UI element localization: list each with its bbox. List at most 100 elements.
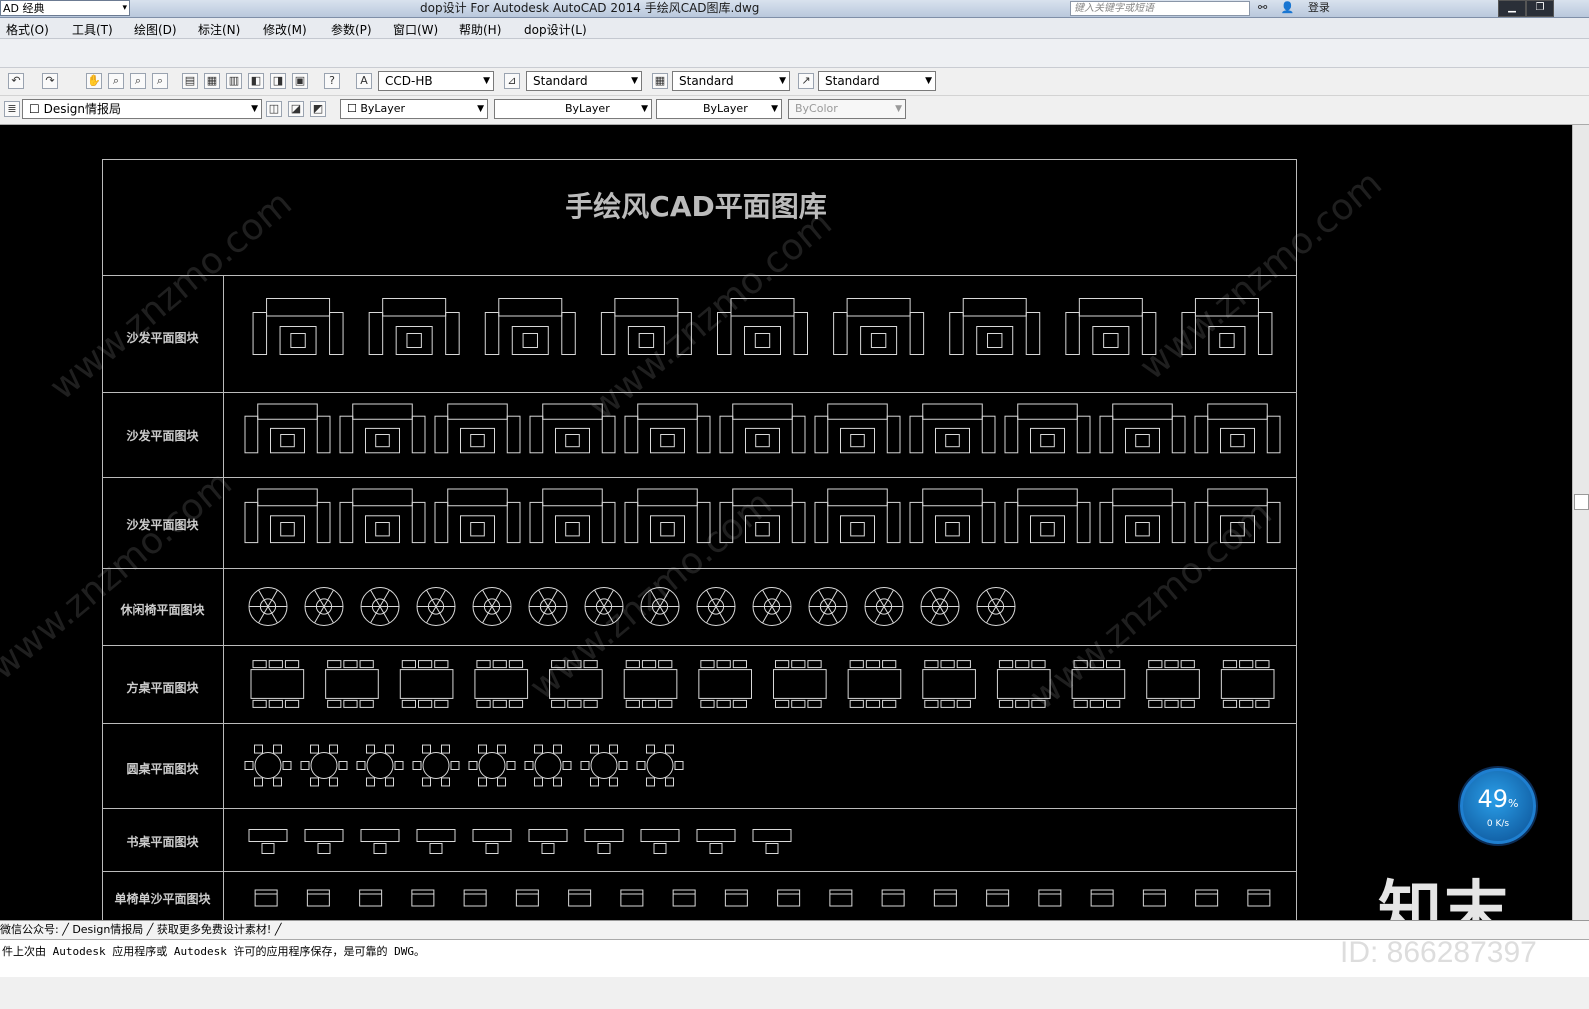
furniture-block <box>360 587 400 626</box>
furniture-block <box>359 889 383 907</box>
plotstyle-select: ByColor ▼ <box>788 99 906 119</box>
furniture-block <box>719 488 806 544</box>
workspace-selector[interactable]: AD 经典 ▾ <box>0 0 130 16</box>
furniture-block <box>986 889 1010 907</box>
chevron-down-icon: ▼ <box>771 104 778 114</box>
chevron-down-icon: ▼ <box>483 76 490 86</box>
furniture-block <box>568 889 592 907</box>
color-value: ByLayer <box>360 102 406 115</box>
furniture-block <box>1195 889 1219 907</box>
menu-parametric[interactable]: 参数(P) <box>331 21 372 38</box>
menu-window[interactable]: 窗口(W) <box>393 21 438 38</box>
pan-icon[interactable]: ✋ <box>86 73 102 89</box>
chevron-down-icon: ▾ <box>122 3 127 13</box>
scrollbar-thumb[interactable] <box>1574 494 1589 510</box>
furniture-block <box>814 403 901 454</box>
furniture-block <box>620 889 644 907</box>
furniture-block <box>304 587 344 626</box>
ribbon-strip <box>0 39 1589 68</box>
tool-palettes-icon[interactable]: ▥ <box>226 73 242 89</box>
furniture-block <box>434 488 521 544</box>
furniture-block <box>976 587 1016 626</box>
vertical-scrollbar[interactable] <box>1572 125 1589 920</box>
furniture-block <box>909 488 996 544</box>
furniture-block <box>1004 488 1091 544</box>
dim-style-value: Standard <box>533 74 588 88</box>
furniture-block <box>1099 403 1186 454</box>
furniture-block <box>808 587 848 626</box>
menu-modify[interactable]: 修改(M) <box>263 21 307 38</box>
layer-previous-icon[interactable]: ◪ <box>288 101 304 117</box>
search-input[interactable]: 键入关键字或短语 <box>1070 1 1250 16</box>
standard-toolbar: ↶ ↷ ✋ ⌕ ⌕ ⌕ ▤ ▦ ▥ ◧ ◨ ▣ ? A CCD-HB ▼ ⊿ St… <box>0 68 1589 96</box>
linetype-value: ByLayer <box>565 102 610 115</box>
gauge-speed: 0 K/s <box>1486 819 1510 829</box>
title-right-tools: ⚯ 👤 登录 <box>1258 0 1340 17</box>
plotstyle-value: ByColor <box>795 102 838 115</box>
dim-style-select[interactable]: Standard ▼ <box>526 71 642 91</box>
furniture-block <box>472 829 512 854</box>
zoom-realtime-icon[interactable]: ⌕ <box>108 73 124 89</box>
make-current-icon[interactable]: ◫ <box>266 101 282 117</box>
design-center-icon[interactable]: ▦ <box>204 73 220 89</box>
menu-dop[interactable]: dop设计(L) <box>524 21 587 38</box>
binoculars-icon[interactable]: ⚯ <box>1258 1 1267 14</box>
menu-bar: 格式(O) 工具(T) 绘图(D) 标注(N) 修改(M) 参数(P) 窗口(W… <box>0 18 1589 39</box>
furniture-block <box>640 587 680 626</box>
status-bar <box>0 977 1589 1009</box>
multileader-style-select[interactable]: Standard ▼ <box>818 71 936 91</box>
user-icon[interactable]: 👤 <box>1281 1 1295 14</box>
furniture-block <box>624 403 711 454</box>
undo-icon[interactable]: ↶ <box>8 73 24 89</box>
layer-select[interactable]: ☐ Design情报局 ▼ <box>22 99 262 119</box>
furniture-block <box>777 889 801 907</box>
table-style-select[interactable]: Standard ▼ <box>672 71 790 91</box>
linetype-select[interactable]: ByLayer ▼ <box>494 99 652 119</box>
menu-help[interactable]: 帮助(H) <box>459 21 501 38</box>
login-link[interactable]: 登录 <box>1308 1 1330 14</box>
multileader-style-icon[interactable]: ↗ <box>798 73 814 89</box>
furniture-block <box>300 744 348 787</box>
table-style-icon[interactable]: ▦ <box>652 73 668 89</box>
lineweight-select[interactable]: ByLayer ▼ <box>656 99 782 119</box>
furniture-block <box>416 587 456 626</box>
furniture-block <box>773 660 827 708</box>
layer-states-icon[interactable]: ◩ <box>310 101 326 117</box>
zoom-previous-icon[interactable]: ⌕ <box>152 73 168 89</box>
calculator-icon[interactable]: ▣ <box>292 73 308 89</box>
markup-icon[interactable]: ◨ <box>270 73 286 89</box>
dim-style-icon[interactable]: ⊿ <box>504 73 520 89</box>
furniture-block <box>584 587 624 626</box>
menu-draw[interactable]: 绘图(D) <box>134 21 177 38</box>
furniture-block <box>515 889 539 907</box>
redo-icon[interactable]: ↷ <box>42 73 58 89</box>
furniture-block <box>549 660 603 708</box>
window-title: dop设计 For Autodesk AutoCAD 2014 手绘风CAD图库… <box>420 1 760 15</box>
color-select[interactable]: ☐ ByLayer ▼ <box>340 99 488 119</box>
lineweight-value: ByLayer <box>703 102 748 115</box>
furniture-block <box>1247 889 1271 907</box>
zoom-window-icon[interactable]: ⌕ <box>130 73 146 89</box>
menu-dimension[interactable]: 标注(N) <box>198 21 240 38</box>
furniture-block <box>412 744 460 787</box>
text-style-select[interactable]: CCD-HB ▼ <box>378 71 494 91</box>
menu-format[interactable]: 格式(O) <box>6 21 49 38</box>
furniture-block <box>528 587 568 626</box>
furniture-block <box>847 660 902 708</box>
sheet-set-icon[interactable]: ◧ <box>248 73 264 89</box>
furniture-block <box>580 744 628 787</box>
minimize-button[interactable]: ▁ <box>1498 0 1526 17</box>
layer-manager-icon[interactable]: ≣ <box>4 101 20 117</box>
furniture-block <box>360 829 400 854</box>
furniture-block <box>696 587 736 626</box>
restore-button[interactable]: ❐ <box>1526 0 1554 17</box>
menu-tools[interactable]: 工具(T) <box>72 21 113 38</box>
furniture-block <box>1038 889 1062 907</box>
drawing-canvas[interactable]: www.znzmo.com www.znzmo.com www.znzmo.co… <box>0 125 1572 920</box>
text-style-icon[interactable]: A <box>356 73 372 89</box>
properties-icon[interactable]: ▤ <box>182 73 198 89</box>
help-icon[interactable]: ? <box>324 73 340 89</box>
furniture-block <box>1220 660 1275 708</box>
brand-watermark: 知末 <box>1378 875 1510 920</box>
furniture-block <box>416 829 456 854</box>
